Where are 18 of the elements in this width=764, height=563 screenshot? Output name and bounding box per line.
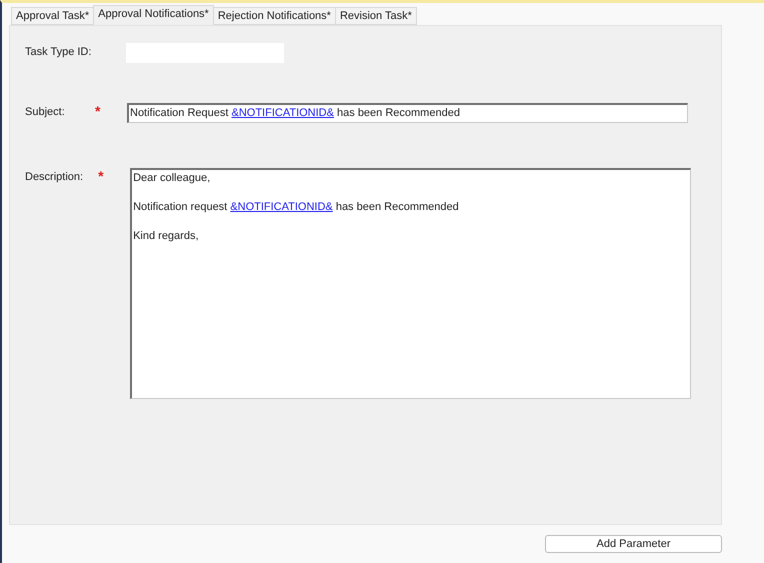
field-label: Description: — [25, 170, 84, 183]
notification-id-link[interactable]: &NOTIFICATIONID& — [230, 201, 333, 213]
subject-field[interactable]: Notification Request &NOTIFICATIONID& has been Recommended — [127, 103, 688, 123]
subject-text: Notification Request &NOTIFICATIONID& has been Recommended — [130, 106, 461, 120]
field-label: Subject: — [25, 105, 66, 118]
notification-id-link[interactable]: &NOTIFICATIONID& — [232, 107, 334, 119]
tab[interactable]: Revision Task* — [334, 7, 417, 25]
description-field[interactable]: Dear colleague, Notification request &NOTIFICATIONID& has been Recommended Kind regards, — [130, 168, 692, 399]
description-line: Notification request &NOTIFICATIONID& has been Recommended — [133, 200, 460, 214]
required-mark: * — [94, 103, 102, 119]
required-mark: * — [97, 168, 105, 184]
add-parameter-button[interactable]: Add Parameter — [545, 535, 722, 553]
description-line: Dear colleague, — [133, 171, 212, 185]
description-line: Kind regards, — [133, 229, 200, 243]
tab[interactable]: Approval Notifications* — [93, 5, 214, 25]
tab[interactable]: Rejection Notifications* — [212, 7, 336, 25]
field-label: Task Type ID: — [25, 45, 92, 58]
tab[interactable]: Approval Task* — [11, 7, 94, 25]
